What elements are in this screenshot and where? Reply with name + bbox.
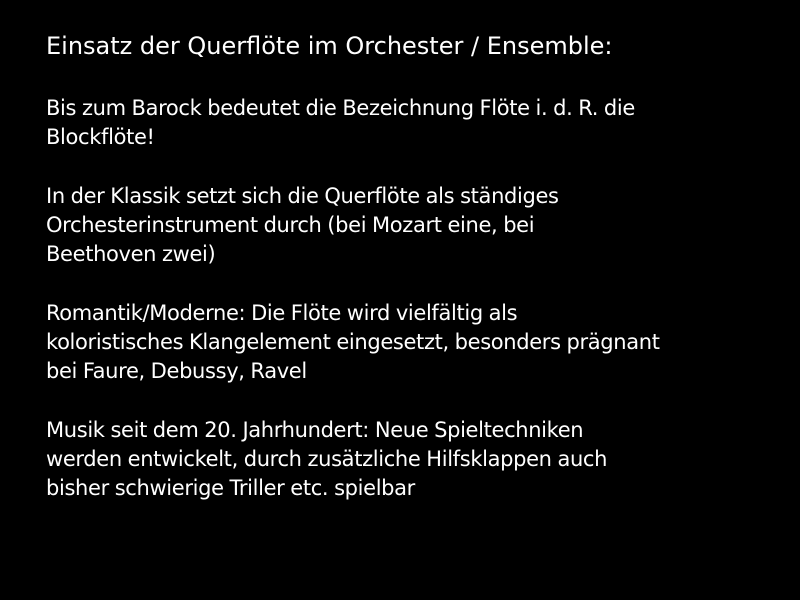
paragraph-line: Bis zum Barock bedeutet die Bezeichnung … bbox=[46, 96, 635, 120]
paragraph-line: bisher schwierige Triller etc. spielbar bbox=[46, 476, 415, 500]
paragraph-line: werden entwickelt, durch zusätzliche Hil… bbox=[46, 447, 608, 471]
paragraph-klassik: In der Klassik setzt sich die Querflöte … bbox=[46, 182, 770, 269]
paragraph-line: Blockflöte! bbox=[46, 125, 155, 149]
paragraph-line: Beethoven zwei) bbox=[46, 242, 216, 266]
paragraph-barock: Bis zum Barock bedeutet die Bezeichnung … bbox=[46, 94, 770, 152]
paragraph-romantik-moderne: Romantik/Moderne: Die Flöte wird vielfäl… bbox=[46, 299, 770, 386]
paragraph-line: bei Faure, Debussy, Ravel bbox=[46, 359, 307, 383]
paragraph-line: In der Klassik setzt sich die Querflöte … bbox=[46, 184, 559, 208]
paragraph-line: Romantik/Moderne: Die Flöte wird vielfäl… bbox=[46, 301, 518, 325]
paragraph-line: Musik seit dem 20. Jahrhundert: Neue Spi… bbox=[46, 418, 584, 442]
paragraph-20-jahrhundert: Musik seit dem 20. Jahrhundert: Neue Spi… bbox=[46, 416, 770, 503]
paragraph-line: koloristisches Klangelement eingesetzt, … bbox=[46, 330, 660, 354]
paragraph-line: Orchesterinstrument durch (bei Mozart ei… bbox=[46, 213, 535, 237]
slide: Einsatz der Querflöte im Orchester / Ens… bbox=[0, 0, 800, 600]
slide-title: Einsatz der Querflöte im Orchester / Ens… bbox=[46, 32, 613, 60]
